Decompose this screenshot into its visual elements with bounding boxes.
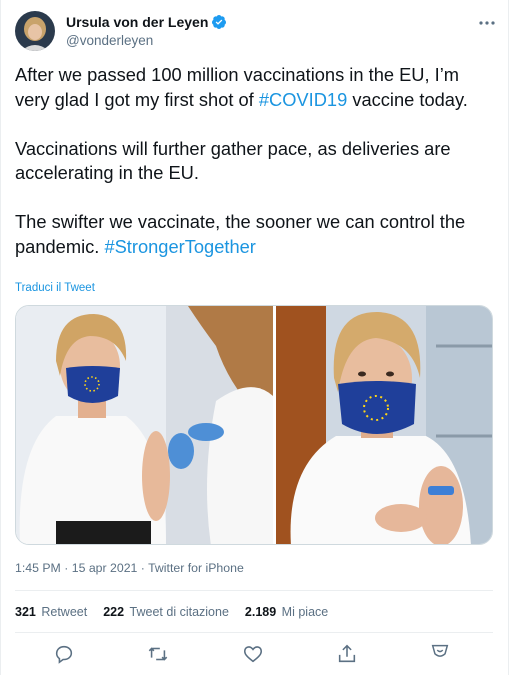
tweet-source-link[interactable]: Twitter for iPhone <box>148 561 244 575</box>
verified-badge-icon <box>211 14 227 30</box>
likes-count: 2.189 <box>244 605 277 619</box>
tweet-text: After we passed 100 million vaccinations… <box>15 63 493 259</box>
display-name[interactable]: Ursula von der Leyen <box>66 14 208 30</box>
avatar[interactable] <box>15 11 55 51</box>
more-options-icon[interactable] <box>477 13 497 33</box>
tweet-header: Ursula von der Leyen @vonderleyen <box>15 11 497 53</box>
divider <box>15 632 493 633</box>
tweet-metadata: 1:45 PM · 15 apr 2021 · Twitter for iPho… <box>15 561 244 575</box>
author-handle[interactable]: @vonderleyen <box>66 33 227 48</box>
tweet-media[interactable] <box>15 305 493 545</box>
hashtag-strongertogether-link[interactable]: #StrongerTogether <box>104 236 255 257</box>
reply-icon[interactable] <box>53 643 75 665</box>
tweet-text-part2: vaccine today. Vaccinations will further… <box>15 88 468 257</box>
likes-stat[interactable]: 2.189 Mi piace <box>245 605 328 619</box>
retweets-count: 321 <box>15 605 36 619</box>
author-names: Ursula von der Leyen @vonderleyen <box>66 13 227 48</box>
quotes-label: Tweet di citazione <box>129 605 229 619</box>
analytics-icon[interactable] <box>429 641 451 663</box>
photo-left[interactable] <box>16 306 273 545</box>
tweet-stats: 321 Retweet 222 Tweet di citazione 2.189… <box>15 605 328 619</box>
translate-tweet-link[interactable]: Traduci il Tweet <box>15 282 95 294</box>
retweets-stat[interactable]: 321 Retweet <box>15 605 87 619</box>
like-icon[interactable] <box>242 643 264 665</box>
meta-separator: · <box>137 561 149 575</box>
retweets-label: Retweet <box>41 605 88 619</box>
retweet-icon[interactable] <box>147 643 169 665</box>
hashtag-covid19-link[interactable]: #COVID19 <box>259 89 347 110</box>
tweet-card: Ursula von der Leyen @vonderleyen After … <box>0 0 509 675</box>
likes-label: Mi piace <box>281 605 329 619</box>
meta-separator: · <box>60 561 72 575</box>
quotes-count: 222 <box>103 605 125 619</box>
quotes-stat[interactable]: 222 Tweet di citazione <box>103 605 229 619</box>
share-icon[interactable] <box>336 643 358 665</box>
tweet-actions <box>15 641 493 667</box>
photo-right[interactable] <box>276 306 493 545</box>
tweet-date-link[interactable]: 15 apr 2021 <box>72 561 138 575</box>
divider <box>15 590 493 591</box>
tweet-time-link[interactable]: 1:45 PM <box>15 561 61 575</box>
